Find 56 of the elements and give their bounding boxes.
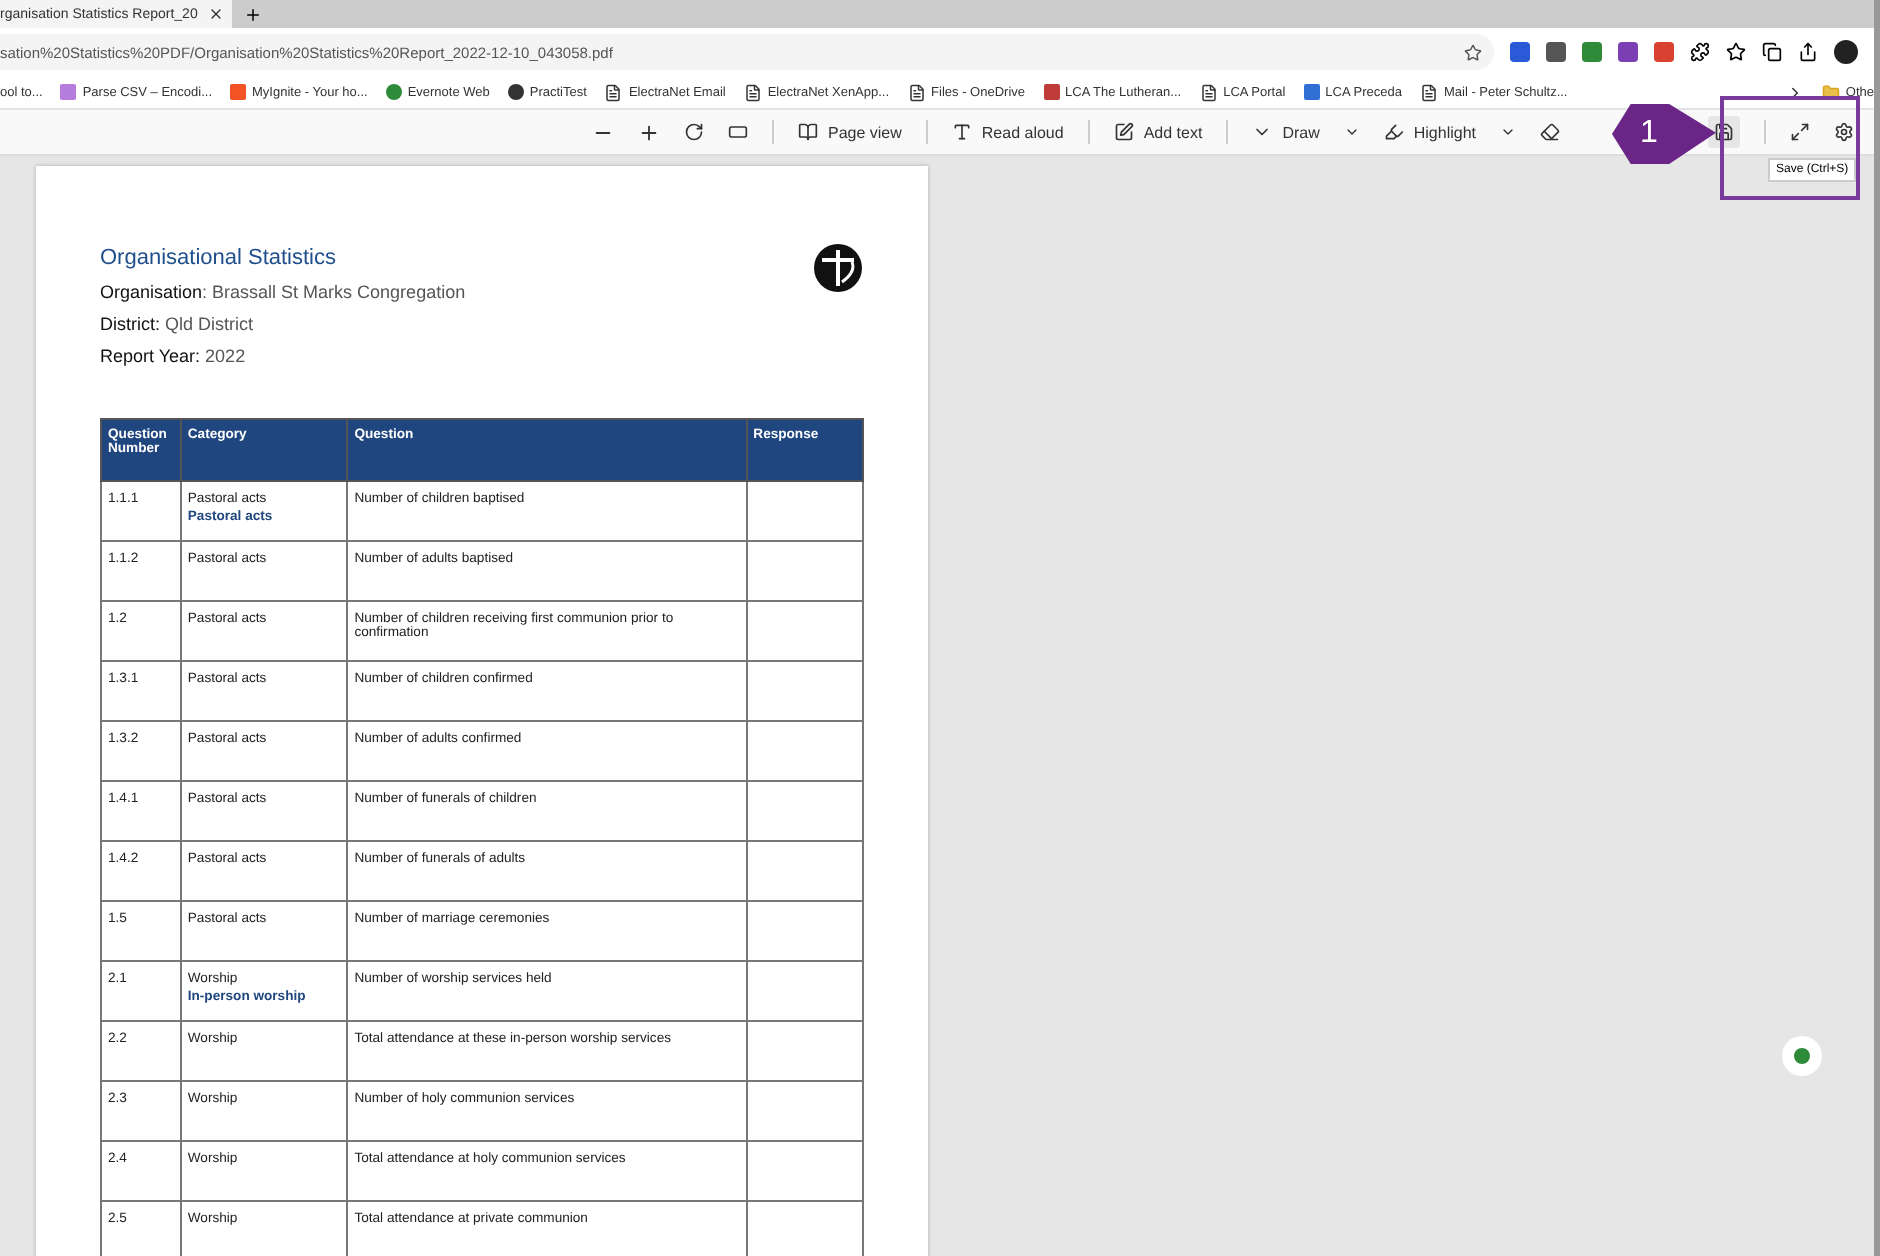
bookmark-icon [1303,84,1320,100]
read-aloud-icon [951,122,972,142]
report-field: District: Qld District [100,314,466,334]
report-field: Organisation: Brassall St Marks Congregation [100,282,466,302]
page-icon [1199,83,1218,101]
highlight-button[interactable]: Highlight [1383,122,1476,142]
highlight-icon [1383,122,1404,142]
page-icon [1419,83,1438,101]
new-tab-icon[interactable] [244,5,262,23]
avatar[interactable] [1834,40,1858,64]
save-icon [1714,122,1734,142]
logo-icon [812,242,864,294]
bookmark-icon [1043,84,1060,100]
read-aloud-button[interactable]: Read aloud [951,122,1064,142]
favorite-icon[interactable] [1464,43,1482,61]
table-cell [746,601,863,661]
page-icon [604,83,623,101]
settings-icon[interactable] [1834,122,1854,142]
page-view-icon [797,122,818,142]
close-icon[interactable] [208,6,224,22]
table-cell [746,661,863,721]
table-cell [746,1081,863,1141]
page-icon [907,83,926,101]
add-text-button[interactable]: Add text [1113,122,1203,142]
collections-icon[interactable] [1762,42,1782,62]
table-cell [746,721,863,781]
draw-button[interactable]: Draw [1252,122,1320,142]
fullscreen-icon[interactable] [1790,122,1810,142]
table-cell [746,481,863,541]
chevron-icon[interactable] [1343,124,1360,140]
highlight-frame [1720,96,1860,200]
table-cell [746,1141,863,1201]
share-icon[interactable] [1798,42,1818,62]
bookmark-icon [385,84,402,100]
evernote-button[interactable] [1782,1036,1822,1076]
eraser-icon[interactable] [1540,122,1560,142]
add-text-icon [1113,122,1134,142]
fit-page-icon[interactable] [727,122,748,142]
bookmark-icon [230,84,246,100]
favorites-icon[interactable] [1726,42,1746,62]
bookmark-icon [60,84,77,100]
table-cell [746,781,863,841]
bookmark-icon [507,84,524,100]
report-field: Report Year: 2022 [100,346,466,366]
table-cell [746,1021,863,1081]
table-cell [746,961,863,1021]
table-cell [746,841,863,901]
page-view-button[interactable]: Page view [797,122,902,142]
chevron-icon[interactable] [1500,124,1516,140]
page-icon [743,83,762,101]
table-cell [746,901,863,961]
table-cell [746,541,863,601]
rotate-icon[interactable] [683,122,704,142]
document-title: Organisational Statistics [100,246,338,270]
zoom-in-icon[interactable] [637,121,660,143]
extensions-icon[interactable] [1690,42,1710,62]
